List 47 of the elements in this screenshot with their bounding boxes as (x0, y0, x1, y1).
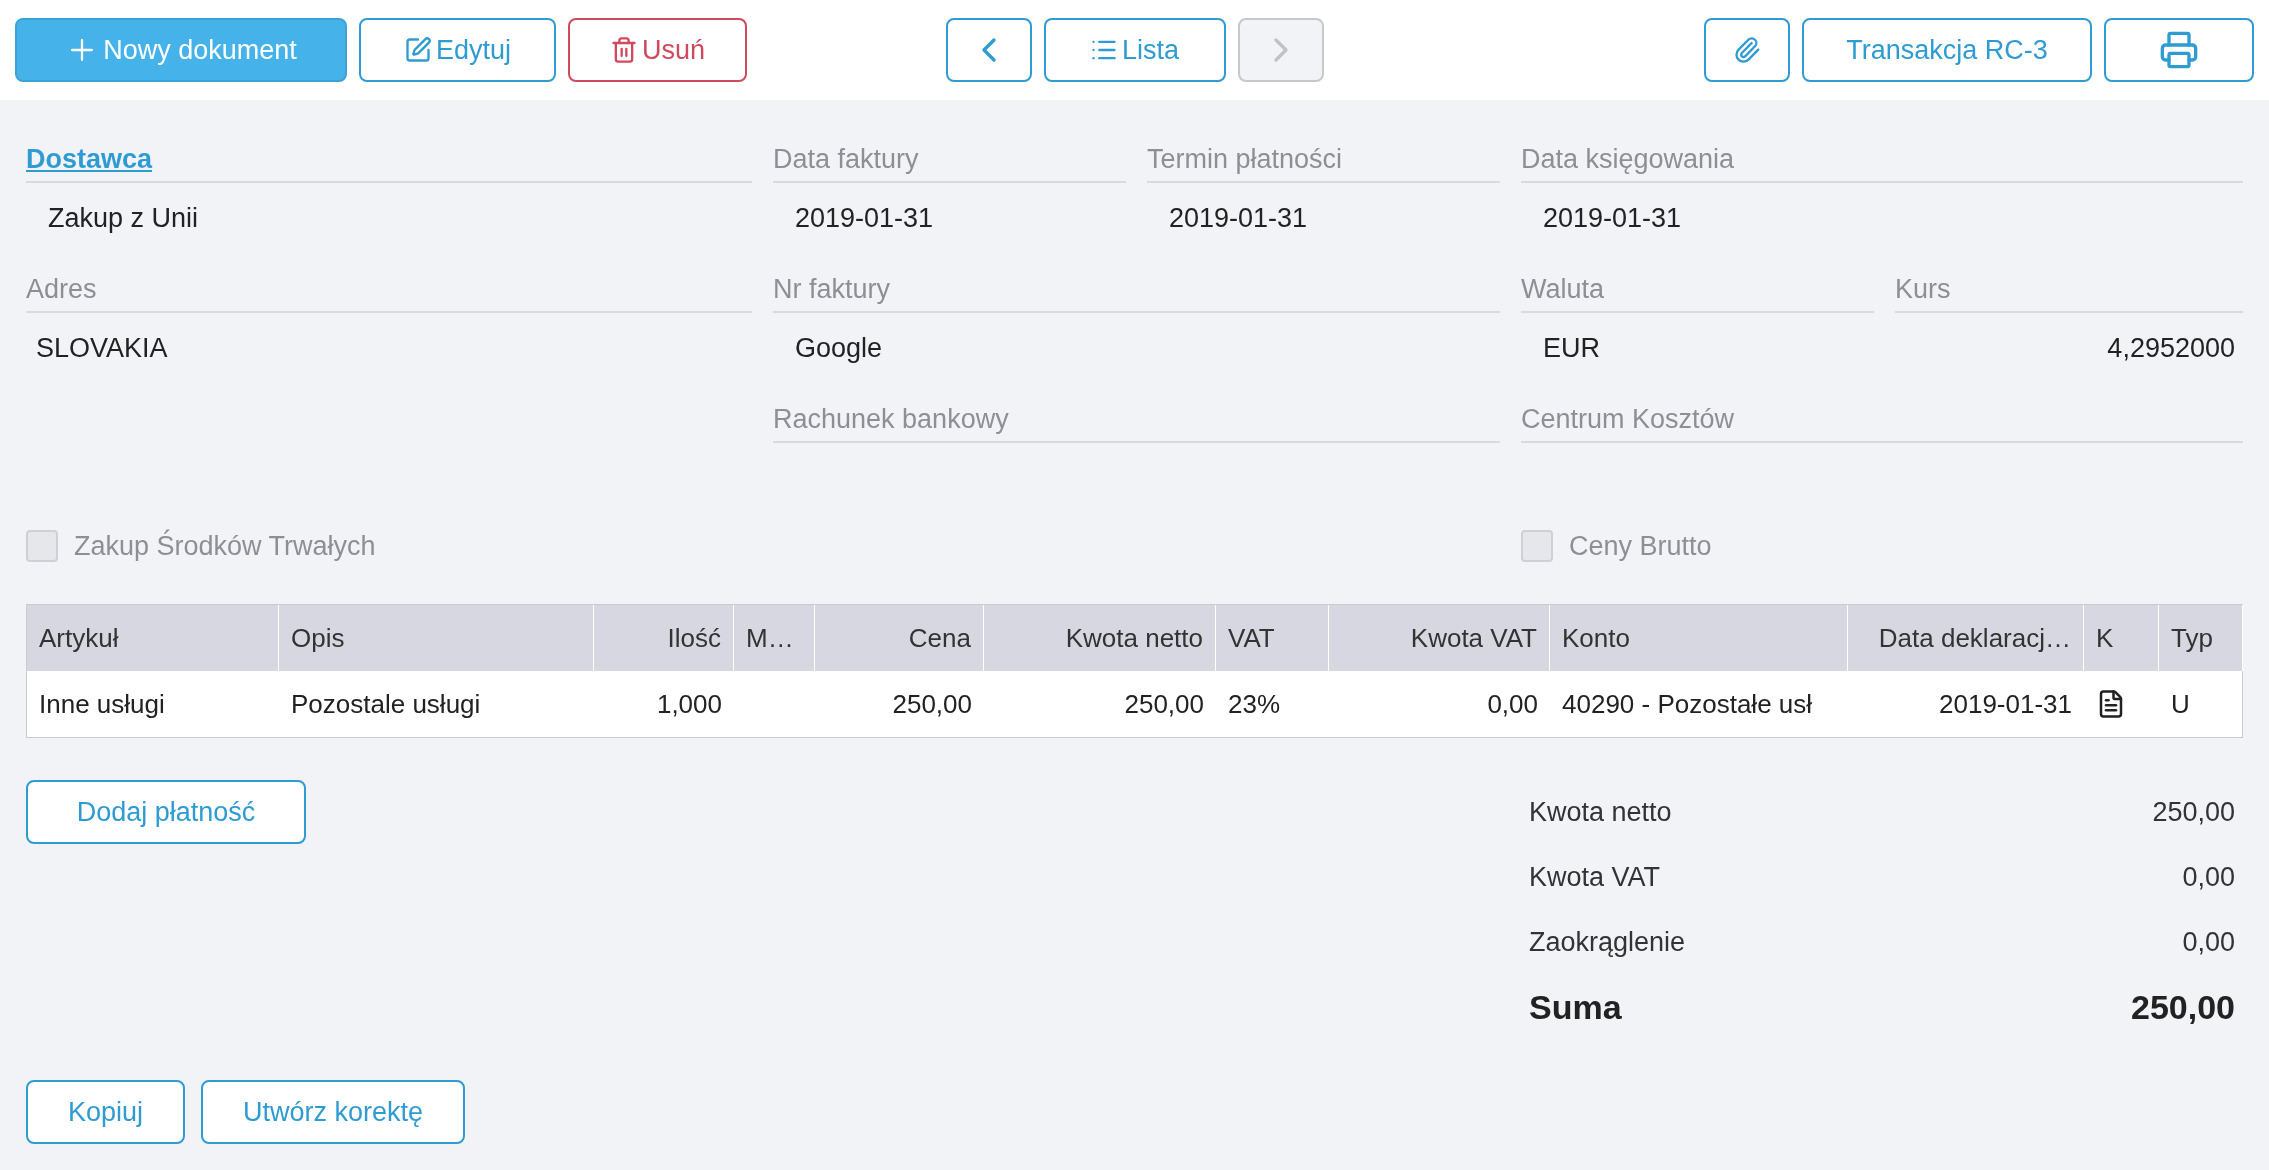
delete-button[interactable]: Usuń (568, 18, 747, 82)
table-cell-text: Inne usługi (38, 687, 166, 721)
table-cell-text: Pozostale usługi (290, 687, 482, 721)
total-label: Zaokrąglenie (1529, 927, 1686, 958)
field-value: 2019-01-31 (1168, 202, 1309, 234)
field-label: Rachunek bankowy (773, 404, 1500, 443)
field-label: Adres (26, 274, 752, 313)
table-cell-text: 1,000 (655, 687, 723, 721)
pdf-print-button[interactable] (2104, 18, 2254, 82)
total-value: 0,00 (2182, 862, 2235, 893)
field-label: Nr faktury (773, 274, 1500, 313)
table-cell-text: 250,00 (1123, 687, 1205, 721)
checkbox-label: Ceny Brutto (1569, 530, 1712, 562)
previous-button[interactable] (945, 18, 1032, 82)
table-cell-text: 0,00 (1486, 687, 1539, 721)
total-value: 0,00 (2182, 927, 2235, 958)
field-value: Google (794, 332, 884, 364)
field-value: 2019-01-31 (1542, 202, 1683, 234)
field-label: Termin płatności (1147, 144, 1500, 183)
table-cell-text: 250,00 (891, 687, 973, 721)
table-cell-text: 2019-01-31 (1938, 687, 2073, 721)
table-cell-text: 40290 - Pozostałe usł (1561, 687, 1814, 721)
field-value: SLOVAKIA (35, 332, 169, 364)
checkbox-box[interactable] (26, 530, 58, 562)
paperclip-icon (1733, 36, 1761, 64)
total-label: Suma (1529, 988, 1622, 1027)
field-label: Data księgowania (1521, 144, 2243, 183)
total-label: Kwota netto (1529, 797, 1672, 828)
field-label: Kurs (1895, 274, 2243, 313)
printer-icon (2159, 30, 2199, 70)
checkbox-box[interactable] (1521, 530, 1553, 562)
field-label: Data faktury (773, 144, 1126, 183)
attachment-button[interactable] (1704, 18, 1790, 82)
total-value: 250,00 (2131, 988, 2235, 1027)
total-value: 250,00 (2152, 797, 2235, 828)
field-value: EUR (1542, 332, 1601, 364)
checkbox-label: Zakup Środków Trwałych (74, 530, 376, 562)
field-value: 2019-01-31 (794, 202, 935, 234)
trash-icon (610, 36, 638, 64)
field-label: Waluta (1521, 274, 1874, 313)
field-label: Centrum Kosztów (1521, 404, 2243, 443)
edit-icon (403, 36, 432, 64)
total-label: Kwota VAT (1529, 862, 1661, 893)
table-cell-text: 23% (1227, 687, 1282, 721)
table-cell-text: U (2170, 687, 2191, 721)
field-value: 4,2952000 (2106, 332, 2236, 364)
field-value: Zakup z Unii (47, 202, 200, 234)
